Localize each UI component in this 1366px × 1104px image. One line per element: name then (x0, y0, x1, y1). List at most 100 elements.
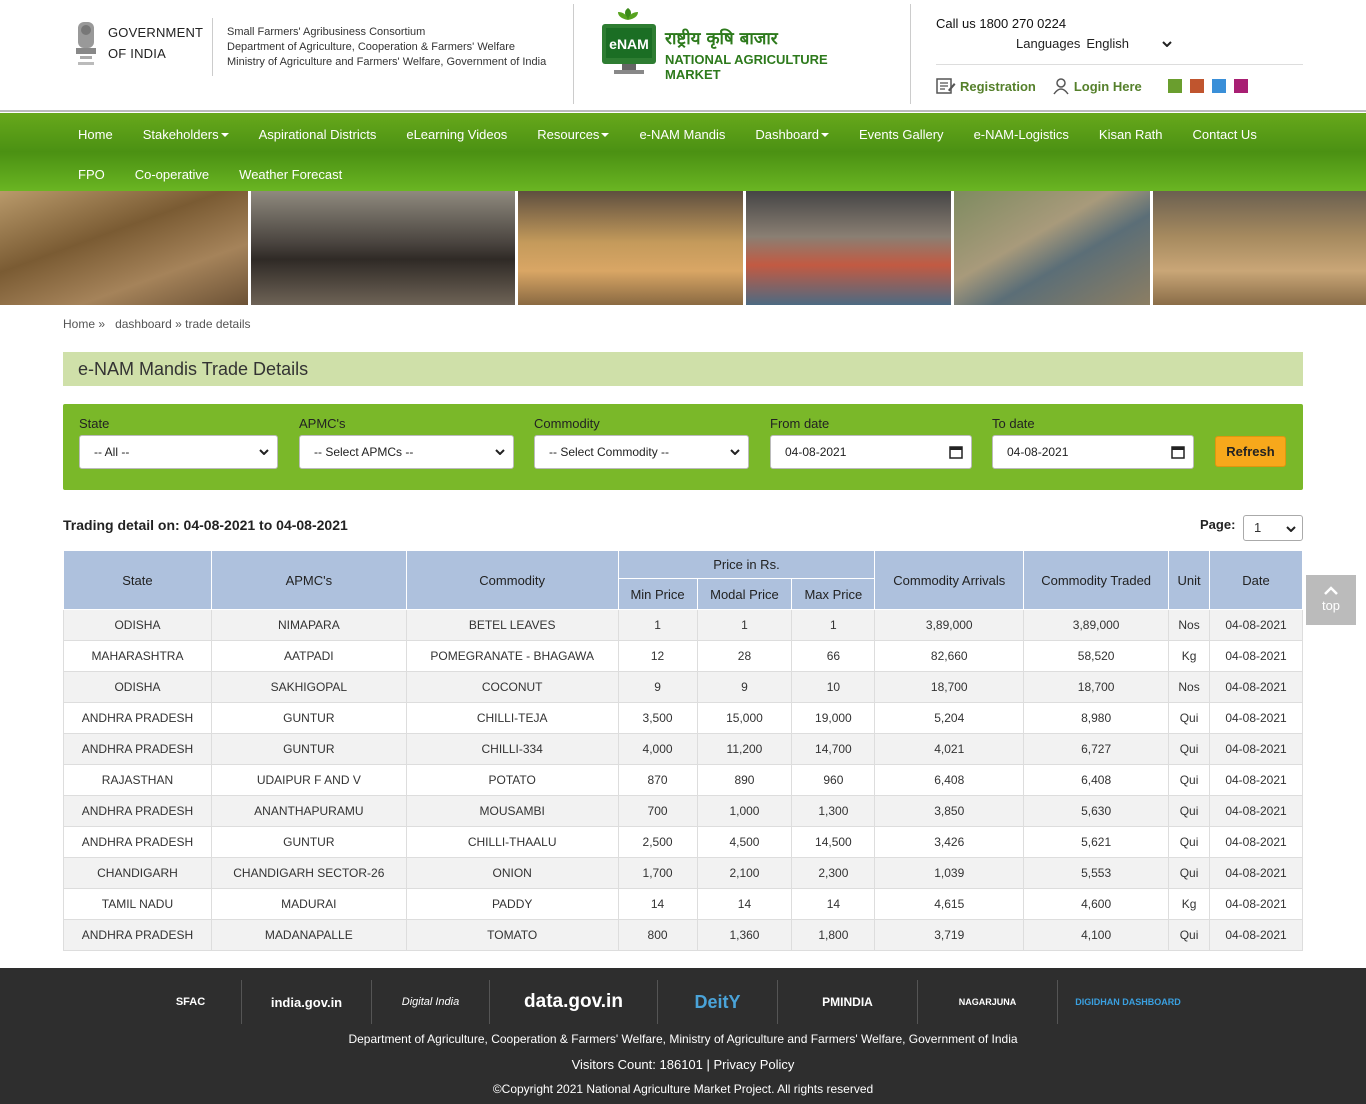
nav-item-stakeholders[interactable]: Stakeholders (128, 124, 244, 144)
nav-item-events-gallery[interactable]: Events Gallery (844, 124, 959, 144)
cell-arrivals: 4,615 (874, 888, 1025, 920)
banner-images (0, 191, 1366, 305)
digidhan-label: DIGIDHAN DASHBOARD (1075, 997, 1181, 1007)
nav-item-e-nam-mandis[interactable]: e-NAM Mandis (624, 124, 740, 144)
nav-item-home[interactable]: Home (63, 124, 128, 144)
breadcrumb-dashboard[interactable]: dashboard (115, 317, 172, 331)
call-us: Call us 1800 270 0224 (936, 16, 1067, 31)
cell-arrivals: 1,039 (874, 857, 1025, 889)
breadcrumb-separator: » (98, 317, 106, 331)
cell-date: 04-08-2021 (1209, 671, 1303, 703)
registration-link[interactable]: Registration (936, 77, 1036, 95)
chevron-down-icon (1286, 526, 1296, 532)
table-row: CHANDIGARH CHANDIGARH SECTOR-26 ONION 1,700… (63, 857, 1303, 889)
theme-swatch[interactable] (1167, 79, 1182, 93)
cell-min-price: 12 (617, 640, 698, 672)
cell-state: TAMIL NADU (63, 888, 212, 920)
chevron-up-icon (1324, 586, 1338, 595)
nav-item-kisan-rath[interactable]: Kisan Rath (1084, 124, 1178, 144)
digital-india-logo[interactable]: Digital India (372, 980, 490, 1024)
india-gov-logo[interactable]: india.gov.in (242, 980, 372, 1024)
cell-unit: Qui (1168, 826, 1211, 858)
nav-item-elearning-videos[interactable]: eLearning Videos (391, 124, 522, 144)
refresh-button[interactable]: Refresh (1215, 436, 1286, 467)
cell-max-price: 960 (791, 764, 876, 796)
header-right: Call us 1800 270 0224 Languages English … (936, 16, 1306, 95)
breadcrumb-separator: » (175, 317, 182, 331)
nav-item-contact-us[interactable]: Contact Us (1178, 124, 1272, 144)
cell-max-price: 14,500 (791, 826, 876, 858)
logo-hindi: राष्ट्रीय कृषि बाजार (665, 29, 778, 49)
language-select[interactable]: English (1086, 36, 1173, 51)
sfac-line2: Department of Agriculture, Cooperation &… (227, 41, 516, 53)
india-gov-label: india.gov.in (270, 994, 343, 1010)
to-date-input[interactable]: 04-08-2021 (992, 435, 1194, 469)
state-select[interactable]: -- All -- (79, 435, 278, 469)
cell-state: ODISHA (63, 671, 212, 703)
cell-traded: 58,520 (1023, 640, 1170, 672)
cell-commodity: CHILLI-TEJA (405, 702, 619, 734)
nav-item-dashboard[interactable]: Dashboard (740, 124, 844, 144)
caret-down-icon (601, 133, 610, 137)
footer-visitors[interactable]: Visitors Count: 186101 | Privacy Policy (0, 1057, 1366, 1072)
deity-logo[interactable]: DeitY (658, 980, 778, 1024)
cell-arrivals: 6,408 (874, 764, 1025, 796)
page-select[interactable]: 1 (1243, 515, 1303, 541)
breadcrumb-home[interactable]: Home (63, 317, 95, 331)
cell-state: ANDHRA PRADESH (63, 702, 212, 734)
nav-item-aspirational-districts[interactable]: Aspirational Districts (244, 124, 392, 144)
language-value: English (1086, 36, 1129, 51)
cell-unit: Kg (1168, 640, 1211, 672)
cell-arrivals: 3,426 (874, 826, 1025, 858)
cell-modal-price: 1,360 (696, 919, 793, 951)
chevron-down-icon (259, 449, 269, 455)
cell-modal-price: 11,200 (696, 733, 793, 765)
apmc-select[interactable]: -- Select APMCs -- (299, 435, 514, 469)
cell-unit: Nos (1168, 671, 1211, 703)
nav-item-weather-forecast[interactable]: Weather Forecast (224, 164, 357, 184)
cell-apmc: GUNTUR (210, 733, 407, 765)
language-selector: Languages English (1016, 36, 1173, 51)
cell-date: 04-08-2021 (1209, 857, 1303, 889)
commodity-select[interactable]: -- Select Commodity -- (534, 435, 749, 469)
banner-image-5 (953, 191, 1151, 305)
nav-item-label: Contact Us (1192, 126, 1257, 142)
theme-swatch[interactable] (1189, 79, 1204, 93)
site-footer: SFAC india.gov.in Digital India data.gov… (0, 968, 1366, 1104)
back-to-top-button[interactable]: top (1306, 575, 1356, 625)
login-link[interactable]: Login Here (1052, 77, 1142, 95)
cell-date: 04-08-2021 (1209, 733, 1303, 765)
nagarjuna-logo[interactable]: NAGARJUNA (918, 980, 1058, 1024)
cell-min-price: 2,500 (617, 826, 698, 858)
theme-switcher (1167, 79, 1248, 93)
calendar-icon[interactable] (1171, 445, 1185, 459)
cell-traded: 5,553 (1023, 857, 1170, 889)
data-gov-logo[interactable]: data.gov.in (490, 980, 658, 1024)
trading-detail-text: Trading detail on: 04-08-2021 to 04-08-2… (63, 517, 348, 533)
digidhan-logo[interactable]: DIGIDHAN DASHBOARD (1058, 980, 1198, 1024)
cell-apmc: GUNTUR (210, 826, 407, 858)
nav-item-co-operative[interactable]: Co-operative (120, 164, 224, 184)
from-date-input[interactable]: 04-08-2021 (770, 435, 972, 469)
cell-traded: 5,621 (1023, 826, 1170, 858)
nav-item-e-nam-logistics[interactable]: e-NAM-Logistics (959, 124, 1084, 144)
commodity-value: -- Select Commodity -- (549, 445, 670, 459)
cell-apmc: NIMAPARA (210, 609, 407, 641)
nav-item-resources[interactable]: Resources (522, 124, 624, 144)
theme-swatch[interactable] (1233, 79, 1248, 93)
page-value: 1 (1254, 520, 1262, 535)
nav-item-fpo[interactable]: FPO (63, 164, 120, 184)
enam-logo[interactable]: eNAM राष्ट्रीय कृषि बाजार NATIONAL AGRIC… (600, 6, 880, 82)
pmindia-logo[interactable]: PMINDIA (778, 980, 918, 1024)
cell-min-price: 700 (617, 795, 698, 827)
sfac-text: Small Farmers' Agribusiness Consortium D… (227, 25, 546, 70)
divider (573, 4, 574, 104)
from-date-label: From date (770, 416, 830, 431)
calendar-icon[interactable] (949, 445, 963, 459)
digital-india-label: Digital India (401, 996, 460, 1008)
cell-modal-price: 890 (696, 764, 793, 796)
nav-item-label: Dashboard (755, 126, 820, 142)
theme-swatch[interactable] (1211, 79, 1226, 93)
sfac-logo[interactable]: SFAC (140, 980, 242, 1024)
table-row: ANDHRA PRADESH GUNTUR CHILLI-334 4,000 11,20… (63, 733, 1303, 765)
